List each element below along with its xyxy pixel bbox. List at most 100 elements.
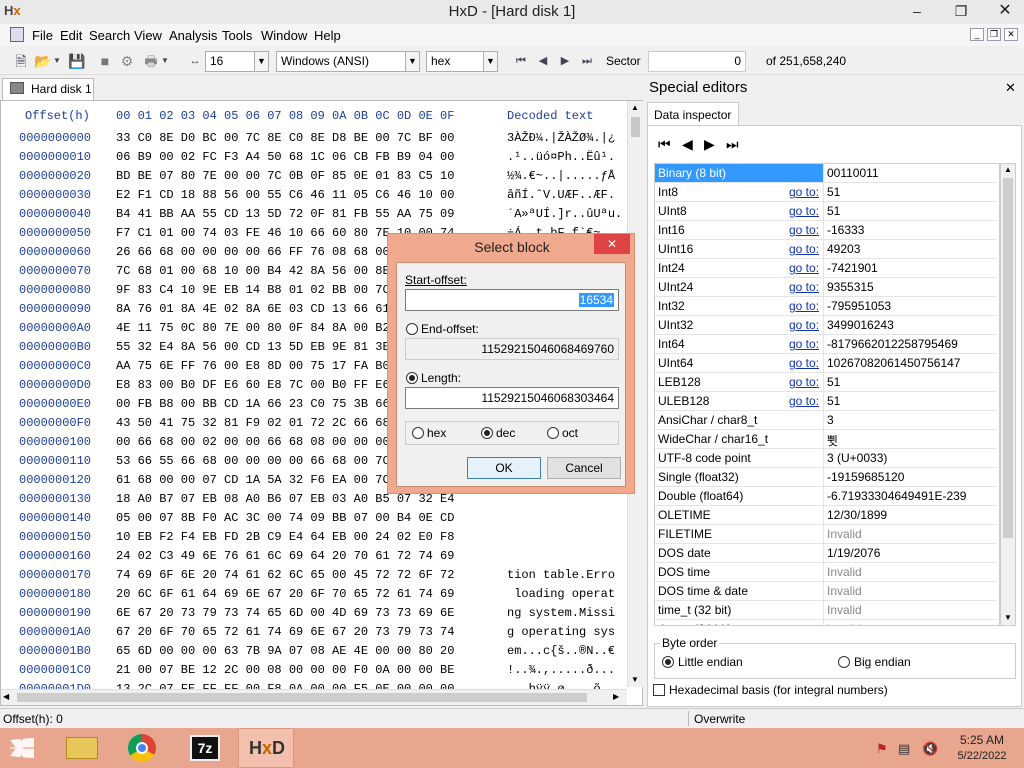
inspector-value[interactable]: 51 [827, 375, 840, 389]
length-radio[interactable] [406, 372, 418, 384]
inspector-value[interactable]: -795951053 [827, 299, 891, 313]
doc-icon[interactable] [10, 27, 24, 42]
menu-search[interactable]: Search [89, 28, 130, 43]
go-to-link[interactable]: go to: [789, 261, 819, 275]
inspector-row[interactable]: UInt8 go to: 51 [655, 202, 997, 221]
inspector-value[interactable]: 3 [827, 413, 834, 427]
inspector-row[interactable]: Int32 go to: -795951053 [655, 297, 997, 316]
inspector-row[interactable]: ULEB128 go to: 51 [655, 392, 997, 411]
row-bytes[interactable]: 33 C0 8E D0 BC 00 7C 8E C0 8E D8 BE 00 7… [116, 131, 454, 145]
go-to-link[interactable]: go to: [789, 242, 819, 256]
volume-icon[interactable]: 🔇 [922, 741, 938, 757]
row-bytes[interactable]: 21 00 07 BE 12 2C 00 08 00 00 00 F0 0A 0… [116, 663, 454, 677]
inspector-row[interactable]: LEB128 go to: 51 [655, 373, 997, 392]
inspector-row[interactable]: UInt16 go to: 49203 [655, 240, 997, 259]
inspector-value[interactable]: 51 [827, 185, 840, 199]
row-decoded[interactable]: ´A»ªUÍ.]r..ûUªu. [507, 207, 622, 221]
row-bytes[interactable]: 13 2C 07 FE FF FF 00 F8 0A 00 00 F5 0E 0… [116, 682, 454, 689]
clock-time[interactable]: 5:25 AM [956, 733, 1008, 747]
hex-row[interactable]: 00000001D0 13 2C 07 FE FF FF 00 F8 0A 00 … [19, 682, 615, 689]
row-bytes[interactable]: BD BE 07 80 7E 00 00 7C 0B 0F 85 0E 01 8… [116, 169, 454, 183]
nav-first-icon[interactable]: ⏮ [658, 136, 671, 153]
mdi-minimize-button[interactable]: _ [970, 28, 984, 41]
inspector-row[interactable]: Double (float64) -6.71933304649491E-239 [655, 487, 997, 506]
go-to-link[interactable]: go to: [789, 375, 819, 389]
scroll-right-icon[interactable]: ▶ [613, 692, 619, 701]
properties-icon[interactable]: ⚙ [118, 52, 136, 70]
hex-row[interactable]: 00000001A0 67 20 6F 70 65 72 61 74 69 6E … [19, 625, 615, 644]
hex-row[interactable]: 00000000D0 E8 83 00 B0 DF E6 60 E8 7C 00 … [19, 378, 454, 397]
inspector-row[interactable]: Binary (8 bit) 00110011 [655, 164, 997, 183]
go-to-link[interactable]: go to: [789, 299, 819, 313]
inspector-row[interactable]: UInt24 go to: 9355315 [655, 278, 997, 297]
row-bytes[interactable]: 18 A0 B7 07 EB 08 A0 B6 07 EB 03 A0 B5 0… [116, 492, 454, 506]
oct-radio[interactable] [547, 427, 559, 439]
hex-radio[interactable] [412, 427, 424, 439]
inspector-value[interactable]: 12/30/1899 [827, 508, 887, 522]
inspector-value[interactable]: -8179662012258795469 [827, 337, 958, 351]
scroll-up-icon[interactable]: ▲ [1004, 165, 1012, 174]
close-button[interactable]: ✕ [986, 0, 1024, 22]
row-bytes[interactable]: 24 02 C3 49 6E 76 61 6C 69 64 20 70 61 7… [116, 549, 454, 563]
first-sector-icon[interactable]: ⏮ [512, 52, 530, 70]
row-decoded[interactable]: em...c{š..®N..€ [507, 644, 615, 658]
clock-date[interactable]: 5/22/2022 [951, 750, 1013, 762]
inspector-scrollbar[interactable]: ▲ ▼ [1000, 163, 1016, 626]
scroll-left-icon[interactable]: ◀ [3, 692, 9, 701]
inspector-value[interactable]: 9355315 [827, 280, 874, 294]
dec-radio[interactable] [481, 427, 493, 439]
bytes-per-row-select[interactable]: 16 ▼ [205, 51, 269, 72]
row-decoded[interactable]: g operating sys [507, 625, 615, 639]
go-to-link[interactable]: go to: [789, 337, 819, 351]
mdi-close-button[interactable]: ✕ [1004, 28, 1018, 41]
row-decoded[interactable]: !..¾.,.....ð... [507, 663, 615, 677]
menu-file[interactable]: File [32, 28, 53, 43]
row-decoded[interactable]: âñÍ.ˆV.UÆF..ÆF. [507, 188, 615, 202]
inspector-value[interactable]: 49203 [827, 242, 860, 256]
hex-row[interactable]: 0000000080 9F 83 C4 10 9E EB 14 B8 01 02 … [19, 283, 454, 302]
inspector-value[interactable]: Invalid [827, 565, 862, 579]
inspector-row[interactable]: time_t (32 bit) Invalid [655, 601, 997, 620]
inspector-value[interactable]: 51 [827, 394, 840, 408]
row-bytes[interactable]: 6E 67 20 73 79 73 74 65 6D 00 4D 69 73 7… [116, 606, 454, 620]
inspector-value[interactable]: Invalid [827, 584, 862, 598]
inspector-row[interactable]: DOS date 1/19/2076 [655, 544, 997, 563]
inspector-value[interactable]: 51 [827, 204, 840, 218]
hex-row[interactable]: 0000000180 20 6C 6F 61 64 69 6E 67 20 6F … [19, 587, 615, 606]
open-file-icon[interactable]: 📂 [34, 52, 52, 70]
hex-row[interactable]: 0000000100 00 66 68 00 02 00 00 66 68 08 … [19, 435, 454, 454]
horizontal-scrollbar[interactable]: ◀ ▶ [1, 689, 627, 705]
hex-row[interactable]: 0000000090 8A 76 01 8A 4E 02 8A 6E 03 CD … [19, 302, 454, 321]
maximize-button[interactable]: ❐ [942, 0, 980, 22]
prev-sector-icon[interactable]: ◀ [534, 52, 552, 70]
inspector-row[interactable]: OLETIME 12/30/1899 [655, 506, 997, 525]
inspector-row[interactable]: Int24 go to: -7421901 [655, 259, 997, 278]
network-icon[interactable]: ▤ [898, 741, 910, 757]
tab-data-inspector[interactable]: Data inspector [647, 102, 739, 126]
dropdown-arrow-icon[interactable]: ▼ [160, 52, 170, 70]
inspector-row[interactable]: DOS time Invalid [655, 563, 997, 582]
flag-icon[interactable]: ⚑ [876, 741, 888, 757]
minimize-button[interactable]: – [898, 0, 936, 22]
hex-row[interactable]: 0000000070 7C 68 01 00 68 10 00 B4 42 8A … [19, 264, 454, 283]
go-to-link[interactable]: go to: [789, 185, 819, 199]
scroll-up-icon[interactable]: ▲ [631, 103, 639, 112]
hex-row[interactable]: 00000001C0 21 00 07 BE 12 2C 00 08 00 00 … [19, 663, 615, 682]
inspector-row[interactable]: UInt32 go to: 3499016243 [655, 316, 997, 335]
print-icon[interactable]: 🖶 [142, 52, 160, 70]
menu-analysis[interactable]: Analysis [169, 28, 217, 43]
base-select[interactable]: hex ▼ [426, 51, 498, 72]
last-sector-icon[interactable]: ⏭ [578, 52, 596, 70]
start-offset-input[interactable]: 16534 [405, 289, 619, 311]
charset-select[interactable]: Windows (ANSI) ▼ [276, 51, 420, 72]
row-decoded[interactable]: loading operat [507, 587, 615, 601]
inspector-value[interactable]: -7421901 [827, 261, 878, 275]
tab-hard-disk-1[interactable]: Hard disk 1 [2, 78, 94, 100]
hex-row[interactable]: 0000000160 24 02 C3 49 6E 76 61 6C 69 64 … [19, 549, 454, 568]
go-to-link[interactable]: go to: [789, 280, 819, 294]
go-to-link[interactable]: go to: [789, 223, 819, 237]
inspector-row[interactable]: Int64 go to: -8179662012258795469 [655, 335, 997, 354]
go-to-link[interactable]: go to: [789, 394, 819, 408]
inspector-value[interactable]: -19159685120 [827, 470, 904, 484]
row-decoded[interactable]: .,.þÿÿ.ø....õ.. [507, 682, 615, 689]
